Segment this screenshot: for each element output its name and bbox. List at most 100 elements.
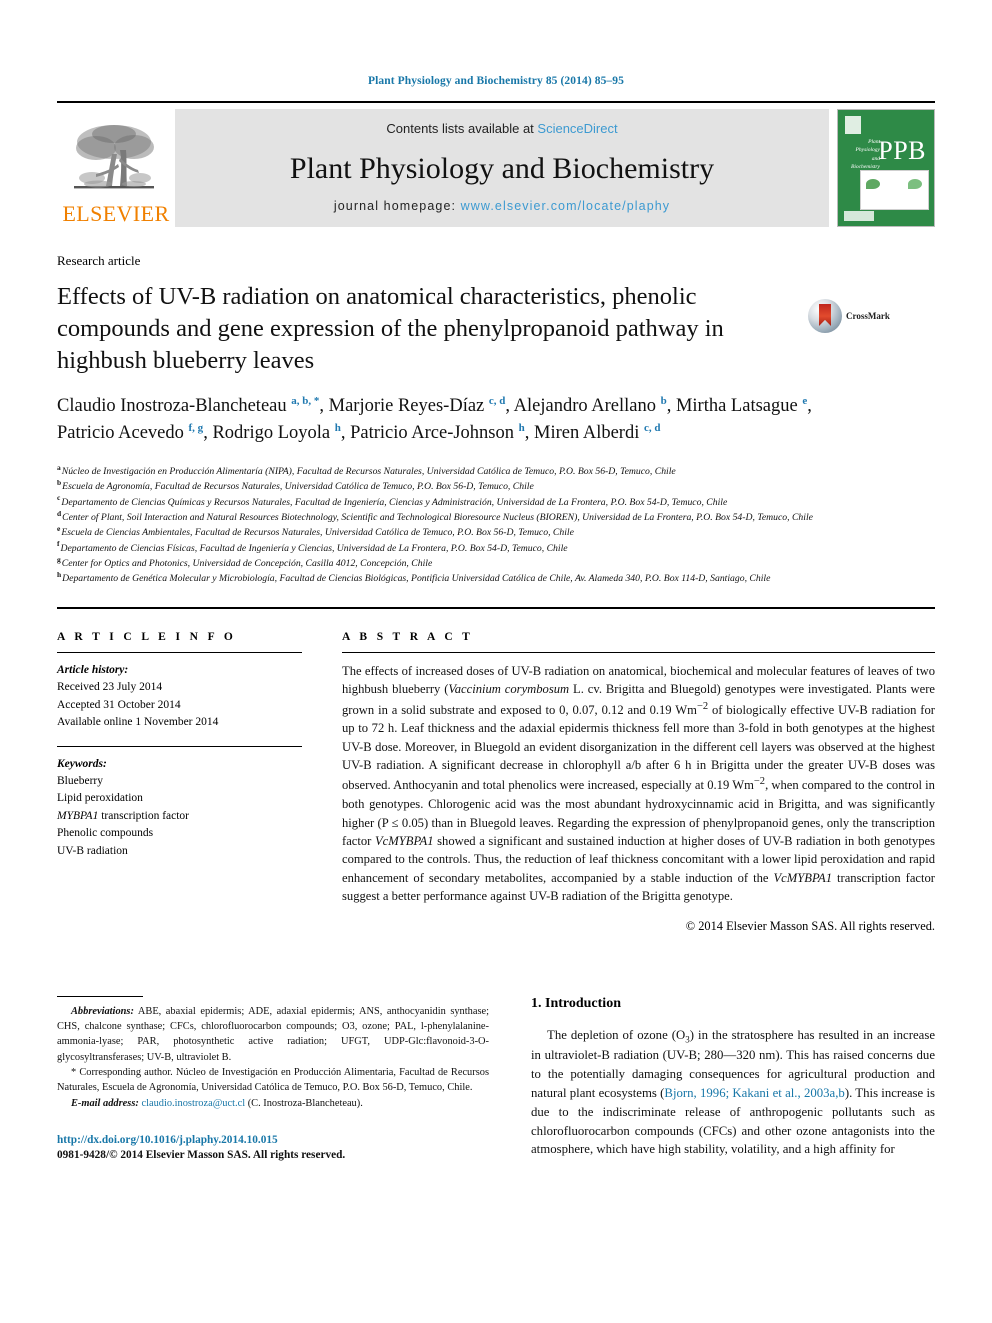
abbreviations-footnote: Abbreviations: ABE, abaxial epidermis; A… xyxy=(57,1004,489,1065)
title-row: Effects of UV-B radiation on anatomical … xyxy=(57,281,935,377)
keywords-rule xyxy=(57,745,302,747)
sciencedirect-link[interactable]: ScienceDirect xyxy=(537,121,617,136)
affiliation-item: dCenter of Plant, Soil Interaction and N… xyxy=(57,510,935,525)
abstract-heading: A B S T R A C T xyxy=(342,630,474,643)
affiliation-text: Departamento de Ciencias Físicas, Facult… xyxy=(60,542,568,554)
affiliation-item: hDepartamento de Genética Molecular y Mi… xyxy=(57,571,935,586)
introduction-run: The depletion of ozone (O xyxy=(547,1027,686,1042)
article-head: Research article Effects of UV-B radiati… xyxy=(57,253,935,1246)
homepage-url-link[interactable]: www.elsevier.com/locate/plaphy xyxy=(461,199,670,213)
affiliation-marker: d xyxy=(57,508,62,518)
footnote-divider xyxy=(57,995,143,997)
contents-prefix: Contents lists available at xyxy=(386,121,538,136)
email-link[interactable]: claudio.inostroza@uct.cl xyxy=(141,1098,245,1109)
running-head: Plant Physiology and Biochemistry 85 (20… xyxy=(368,75,624,87)
article-info-rule xyxy=(57,651,302,653)
author-separator: , xyxy=(319,395,329,416)
keywords-list: Blueberry Lipid peroxidation MYBPA1 transc… xyxy=(57,773,302,860)
journal-title: Plant Physiology and Biochemistry xyxy=(289,152,715,185)
crossmark-icon xyxy=(808,299,842,333)
keywords-block: Keywords: Blueberry Lipid peroxidation MYB… xyxy=(57,756,302,861)
cover-figure-icon xyxy=(860,170,929,210)
article-history-item: Available online 1 November 2014 xyxy=(57,716,219,729)
abstract-column: A B S T R A C T The effects of increased… xyxy=(342,631,935,934)
author-name: Patricio Acevedo xyxy=(57,423,189,444)
author-name: Alejandro Arellano xyxy=(513,395,661,416)
author-name: Patricio Arce-Johnson xyxy=(350,423,519,444)
section-divider xyxy=(57,606,935,609)
affiliation-marker: b xyxy=(57,478,62,488)
corresponding-author-footnote: * Corresponding author. Núcleo de Invest… xyxy=(57,1065,489,1096)
corresponding-text: Corresponding author. Núcleo de Investig… xyxy=(57,1066,489,1094)
citation-link[interactable]: Bjorn, 1996; Kakani et al., 2003a,b xyxy=(664,1086,844,1100)
article-history-item: Accepted 31 October 2014 xyxy=(57,698,181,711)
author-name: Claudio Inostroza-Blancheteau xyxy=(57,395,292,416)
article-type-label: Research article xyxy=(57,253,141,268)
introduction-column: 1. Introduction The depletion of ozone (… xyxy=(531,996,935,1246)
issn-copyright: 0981-9428/© 2014 Elsevier Masson SAS. Al… xyxy=(57,1149,346,1162)
author-separator: , xyxy=(666,395,676,416)
email-footnote: E-mail address: claudio.inostroza@uct.cl… xyxy=(57,1096,489,1111)
homepage-prefix: journal homepage: xyxy=(333,199,461,213)
affiliation-text: Departamento de Genética Molecular y Mic… xyxy=(62,573,771,585)
affiliation-marker: h xyxy=(57,570,62,580)
abstract-text: The effects of increased doses of UV-B r… xyxy=(342,662,935,906)
journal-masthead: ELSEVIER Contents lists available at Sci… xyxy=(57,101,935,227)
abstract-rule xyxy=(342,651,935,653)
affiliation-marker: g xyxy=(57,554,61,564)
article-history-item: Received 23 July 2014 xyxy=(57,681,163,694)
affiliation-text: Escuela de Ciencias Ambientales, Faculta… xyxy=(61,527,574,539)
elsevier-tree-icon xyxy=(74,125,154,189)
article-history-block: Article history: Received 23 July 2014 Ac… xyxy=(57,662,302,732)
affiliation-item: gCenter for Optics and Photonics, Univer… xyxy=(57,556,935,571)
affiliation-text: Departamento de Ciencias Químicas y Recu… xyxy=(61,496,728,508)
keywords-label: Keywords: xyxy=(57,757,107,770)
keyword-item: UV-B radiation xyxy=(57,844,128,857)
article-info-column: A R T I C L E I N F O Article history: R… xyxy=(57,631,302,934)
cover-abbreviation: PPB xyxy=(878,136,926,165)
cover-subtitle: Plant Physiology and Biochemistry xyxy=(850,139,880,170)
affiliation-text: Escuela de Agronomía, Facultad de Recurs… xyxy=(62,481,534,493)
keyword-item: Phenolic compounds xyxy=(57,827,154,840)
affiliation-text: Center for Optics and Photonics, Univers… xyxy=(61,558,433,569)
affiliation-item: fDepartamento de Ciencias Físicas, Facul… xyxy=(57,539,935,556)
author-name: Mirtha Latsague xyxy=(675,395,803,416)
abstract-copyright: © 2014 Elsevier Masson SAS. All rights r… xyxy=(685,918,935,933)
author-affiliation-marker: c, d xyxy=(643,422,661,435)
crossmark-badge-group[interactable]: CrossMark xyxy=(808,299,890,333)
author-list: Claudio Inostroza-Blancheteau a, b, *, M… xyxy=(57,393,857,449)
info-abstract-row: A R T I C L E I N F O Article history: R… xyxy=(57,631,935,934)
affiliation-marker: f xyxy=(57,539,60,549)
abstract-run: VcMYBPA1 xyxy=(773,870,833,885)
crossmark-label: CrossMark xyxy=(846,311,890,321)
keyword-item: Lipid peroxidation xyxy=(57,792,143,805)
affiliation-text: Center of Plant, Soil Interaction and Na… xyxy=(62,512,813,524)
author-separator: , xyxy=(340,423,351,444)
author-name: Marjorie Reyes-Díaz xyxy=(328,395,489,416)
introduction-text: The depletion of ozone (O3) in the strat… xyxy=(531,1026,935,1160)
affiliation-item: eEscuela de Ciencias Ambientales, Facult… xyxy=(57,525,935,540)
affiliation-list: aNúcleo de Investigación en Producción A… xyxy=(57,464,935,587)
cover-elsevier-icon xyxy=(845,116,861,134)
affiliation-text: Núcleo de Investigación en Producción Al… xyxy=(61,466,676,478)
affiliation-item: bEscuela de Agronomía, Facultad de Recur… xyxy=(57,479,935,494)
footnote-column: Abbreviations: ABE, abaxial epidermis; A… xyxy=(57,995,489,1246)
author-affiliation-marker: a, b, * xyxy=(291,394,320,407)
journal-band: Contents lists available at ScienceDirec… xyxy=(175,109,829,227)
author-separator: , xyxy=(524,423,535,444)
author-name: Rodrigo Loyola xyxy=(212,423,335,444)
bottom-columns: Abbreviations: ABE, abaxial epidermis; A… xyxy=(57,995,935,1246)
abstract-run: −2 xyxy=(696,700,709,712)
elsevier-wordmark: ELSEVIER xyxy=(62,201,170,226)
introduction-heading: 1. Introduction xyxy=(531,995,621,1011)
author-affiliation-marker: f, g xyxy=(188,422,204,435)
article-history-label: Article history: xyxy=(57,663,129,676)
abstract-run: −2 xyxy=(753,776,766,788)
doi-link[interactable]: http://dx.doi.org/10.1016/j.plaphy.2014.… xyxy=(57,1133,489,1148)
affiliation-item: cDepartamento de Ciencias Químicas y Rec… xyxy=(57,494,935,510)
author-separator: , xyxy=(505,395,514,416)
footnotes-block: Abbreviations: ABE, abaxial epidermis; A… xyxy=(57,1004,489,1111)
abstract-run: VcMYBPA1 xyxy=(374,833,434,848)
contents-line: Contents lists available at ScienceDirec… xyxy=(185,121,819,136)
journal-cover-thumbnail: Plant Physiology and Biochemistry PPB xyxy=(837,109,935,227)
